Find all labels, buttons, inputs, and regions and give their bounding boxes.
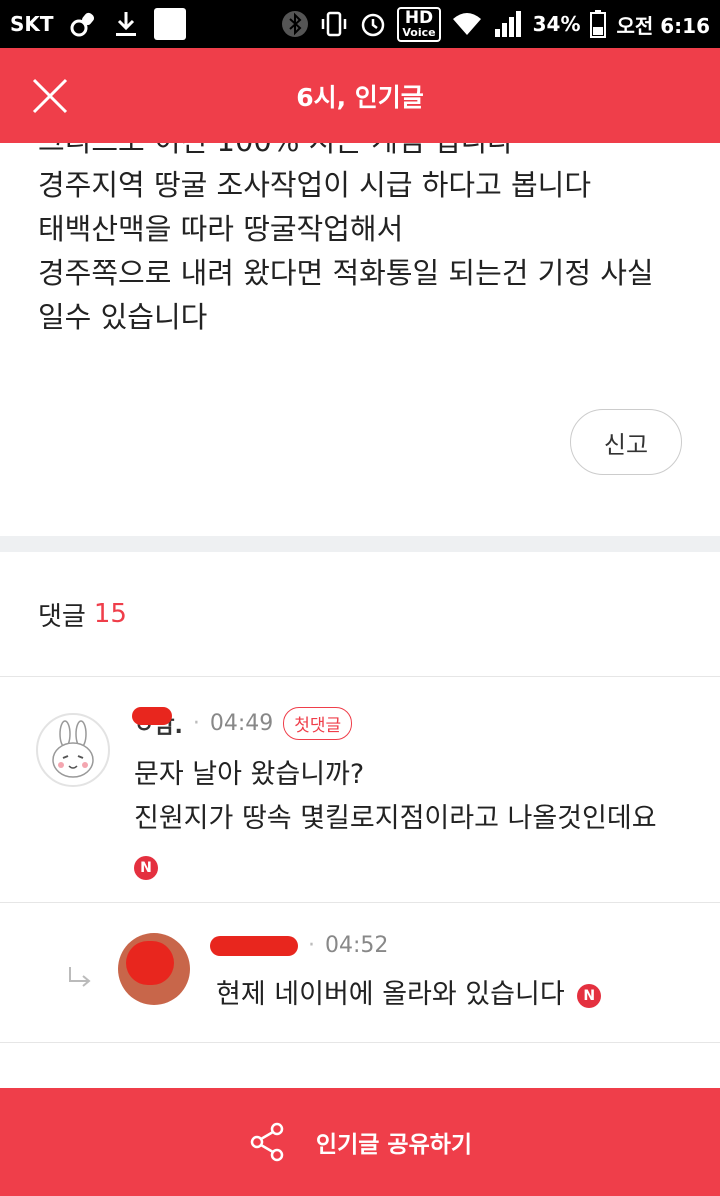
comment-line: 문자 날아 왔습니까? xyxy=(134,759,365,790)
page-title: 6시, 인기글 xyxy=(296,82,424,112)
bluetooth-icon xyxy=(282,11,309,37)
wifi-icon xyxy=(452,13,481,35)
comments-header: 댓글 15 xyxy=(0,552,720,677)
article-body: 그리므로 이긴 100% 지는 게임 입니다 경주지역 땅굴 조사작업이 시급 … xyxy=(0,143,720,536)
report-button[interactable]: 신고 xyxy=(570,409,682,475)
notification-square-icon xyxy=(153,8,186,40)
comment-meta: · 04:52 xyxy=(200,933,388,958)
app-bar: 6시, 인기글 xyxy=(0,48,720,143)
first-comment-badge: 첫댓글 xyxy=(283,707,353,740)
signal-icon xyxy=(494,11,521,37)
alarm-icon xyxy=(362,13,385,37)
carrier-label: SKT xyxy=(10,12,54,36)
comment-text: 현제 네이버에 올라와 있습니다 N xyxy=(216,973,602,1017)
rabbit-avatar-icon xyxy=(52,720,94,778)
redaction-mark xyxy=(132,707,172,725)
comments-count: 15 xyxy=(93,599,127,629)
battery-icon xyxy=(590,10,607,38)
share-label: 인기글 공유하기 xyxy=(315,1132,473,1158)
reply-arrow-icon xyxy=(69,967,91,987)
clock: 오전 6:16 xyxy=(616,13,710,38)
comment-line: 진원지가 땅속 몇킬로지점이라고 나올것인데요 xyxy=(134,803,657,834)
pacifier-icon xyxy=(70,12,94,37)
redaction-mark xyxy=(210,935,298,956)
article-partial-line: 그리므로 이긴 100% 지는 게임 입니다 xyxy=(38,143,682,163)
avatar[interactable] xyxy=(118,933,190,1005)
reply-item: · 04:52 현제 네이버에 올라와 있습니다 N xyxy=(0,903,720,1043)
redaction-mark xyxy=(126,941,174,985)
status-bar: SKT HD Voice 34% 오전 6:16 xyxy=(0,0,720,48)
download-icon xyxy=(115,12,136,36)
share-popular-button[interactable]: 인기글 공유하기 xyxy=(0,1088,720,1196)
naver-n-icon: N xyxy=(134,855,158,880)
comment-time: 04:49 xyxy=(209,711,274,736)
article-line: 경주지역 땅굴 조사작업이 시급 하다고 봅니다 xyxy=(38,168,592,202)
article-line: 일수 있습니다 xyxy=(38,300,208,334)
article-line: 경주쪽으로 내려 왔다면 적화통일 되는건 기정 사실 xyxy=(38,256,654,290)
comment-time: 04:52 xyxy=(325,933,389,958)
close-icon[interactable] xyxy=(30,76,70,116)
comments-title: 댓글 xyxy=(38,601,86,632)
content-scroll-area[interactable]: 그리므로 이긴 100% 지는 게임 입니다 경주지역 땅굴 조사작업이 시급 … xyxy=(0,143,720,1088)
meta-separator: · xyxy=(308,933,315,958)
comment-item: ㅇ남. · 04:49 첫댓글 문자 날아 왔습니까? 진원지가 땅속 몇킬로지… xyxy=(0,677,720,903)
meta-separator: · xyxy=(192,711,200,736)
comment-text: 문자 날아 왔습니까? 진원지가 땅속 몇킬로지점이라고 나올것인데요 N xyxy=(134,753,694,885)
hd-voice-icon: HD Voice xyxy=(397,6,441,42)
avatar[interactable] xyxy=(36,713,110,787)
battery-percent: 34% xyxy=(532,12,581,36)
comment-line: 현제 네이버에 올라와 있습니다 xyxy=(216,979,565,1010)
naver-n-icon: N xyxy=(577,983,602,1008)
share-icon xyxy=(250,1122,284,1162)
vibrate-icon xyxy=(322,11,347,37)
article-line: 태백산맥을 따라 땅굴작업해서 xyxy=(38,212,404,246)
section-divider xyxy=(0,536,720,552)
